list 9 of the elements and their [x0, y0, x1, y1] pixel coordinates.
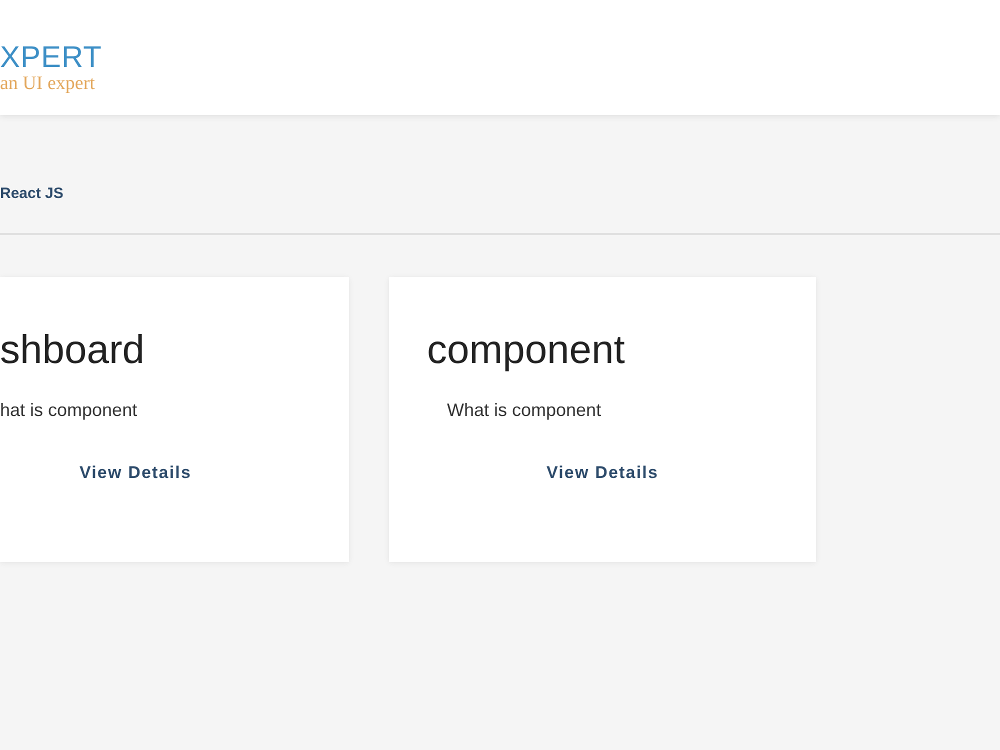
card-title: component: [426, 327, 626, 374]
logo-wordmark: XPERT: [0, 42, 102, 74]
view-details-button[interactable]: View Details: [69, 456, 202, 490]
card-title: shboard: [0, 327, 146, 374]
logo-tagline: an UI expert: [0, 74, 95, 94]
card-description: hat is component: [0, 399, 138, 422]
card-description: What is component: [446, 399, 602, 422]
breadcrumb-link[interactable]: React JS: [0, 184, 64, 202]
view-details-button[interactable]: View Details: [536, 456, 669, 490]
